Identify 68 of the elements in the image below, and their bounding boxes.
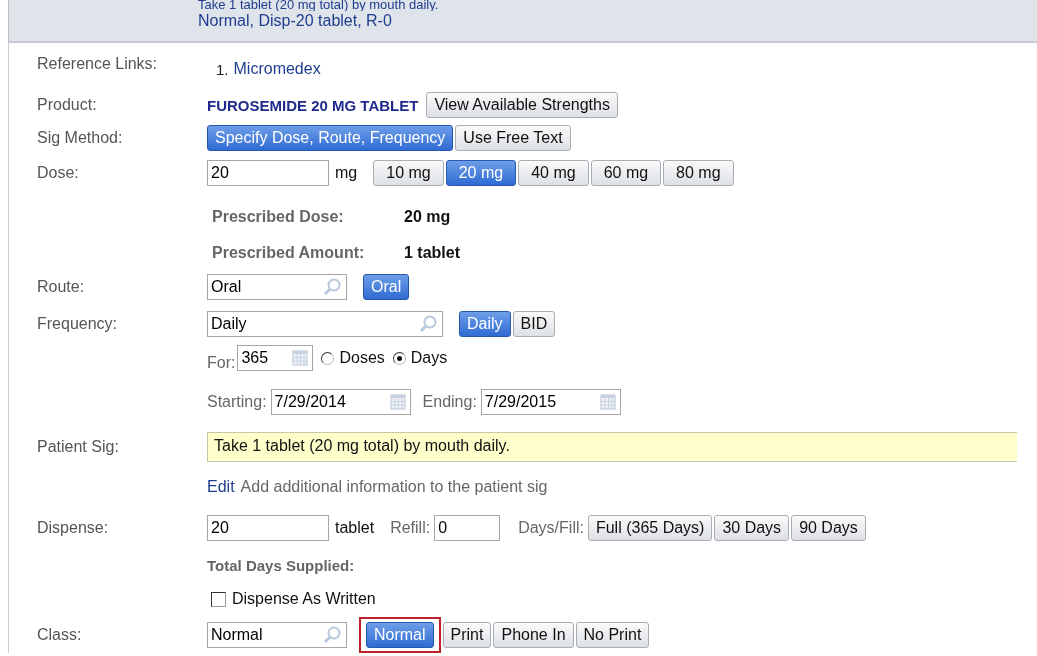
frequency-option-button[interactable]: Daily [459, 311, 511, 337]
field-label: Dispense: [36, 519, 110, 537]
field-label: Product: [36, 96, 98, 114]
route-option-button[interactable]: Oral [363, 273, 410, 300]
unit-text: tablet [335, 519, 375, 537]
field-label: Patient Sig: [36, 438, 120, 456]
checkbox[interactable] [211, 591, 226, 607]
class-option-button[interactable]: No Print [575, 622, 650, 648]
class-option-button[interactable]: Normal [366, 622, 434, 648]
radio-button[interactable] [321, 351, 335, 365]
edit-link[interactable]: Edit [207, 478, 235, 496]
sig-method-button[interactable]: Use Free Text [455, 124, 571, 151]
sig-method-button[interactable]: Specify Dose, Route, Frequency [207, 124, 454, 151]
class-search-field[interactable]: Normal [207, 622, 347, 648]
hint-text: Add additional information to the patient sig [240, 478, 548, 496]
radio-label: Doses [339, 349, 385, 367]
unit-text: mg [335, 164, 358, 182]
search-icon[interactable] [322, 625, 342, 645]
checkbox-label: Dispense As Written [232, 590, 376, 608]
order-summary-line: Normal, Disp-20 tablet, R-0 [198, 11, 393, 31]
dose-option-button[interactable]: 10 mg [373, 160, 444, 186]
search-icon[interactable] [322, 276, 342, 297]
radio-button[interactable] [392, 351, 406, 365]
field-label: Route: [36, 277, 86, 296]
calendar-icon[interactable] [389, 394, 406, 410]
view-strengths-button[interactable]: View Available Strengths [426, 92, 618, 118]
field-label: Class: [36, 626, 83, 644]
days-fill-button[interactable]: 90 Days [791, 515, 866, 541]
field-label: Frequency: [36, 315, 119, 333]
field-label: Reference Links: [36, 55, 159, 73]
prescribed-value: 20 mg [404, 208, 451, 226]
route-search-field[interactable]: Oral [207, 273, 347, 300]
search-icon[interactable] [418, 314, 438, 334]
refill-label: Refill: [390, 519, 431, 537]
frequency-option-button[interactable]: BID [512, 311, 556, 337]
product-name: FUROSEMIDE 20 MG TABLET [207, 96, 419, 114]
order-summary-line: Take 1 tablet (20 mg total) by mouth daily. [198, 0, 440, 11]
dose-option-button[interactable]: 40 mg [518, 160, 589, 186]
field-label: Sig Method: [36, 128, 124, 147]
class-option-button[interactable]: Print [442, 622, 492, 648]
days-fill-label: Days/Fill: [518, 519, 584, 537]
dose-input[interactable]: 20 [207, 160, 329, 186]
end-date-label: Ending: [422, 393, 477, 411]
radio-label: Days [410, 349, 448, 367]
refill-input[interactable]: 0 [434, 515, 501, 541]
class-option-button[interactable]: Phone In [493, 622, 574, 648]
dispense-input[interactable]: 20 [207, 515, 329, 541]
prescribed-value: 1 tablet [404, 244, 460, 262]
days-fill-button[interactable]: 30 Days [714, 515, 790, 541]
field-label: Dose: [36, 164, 80, 182]
calendar-icon[interactable] [292, 350, 309, 366]
dose-option-button[interactable]: 60 mg [590, 160, 662, 186]
calendar-icon[interactable] [599, 394, 616, 410]
reference-link[interactable]: Micromedex [233, 60, 321, 78]
prescribed-label: Prescribed Dose: [212, 208, 345, 226]
for-label: For: [207, 354, 236, 372]
end-date-field[interactable]: 7/29/2015 [480, 389, 621, 415]
dose-option-button[interactable]: 20 mg [445, 160, 517, 186]
link-number: 1. [216, 60, 229, 78]
days-fill-button[interactable]: Full (365 Days) [587, 515, 713, 541]
frequency-search-field[interactable]: Daily [207, 311, 443, 337]
dose-option-button[interactable]: 80 mg [663, 160, 734, 186]
prescribed-label: Prescribed Amount: [212, 244, 366, 262]
start-date-label: Starting: [207, 393, 267, 411]
total-days-label: Total Days Supplied: [207, 556, 355, 574]
patient-sig-text: Take 1 tablet (20 mg total) by mouth daily. [207, 432, 1017, 462]
start-date-field[interactable]: 7/29/2014 [270, 389, 411, 415]
duration-field[interactable]: 365 [237, 345, 314, 371]
